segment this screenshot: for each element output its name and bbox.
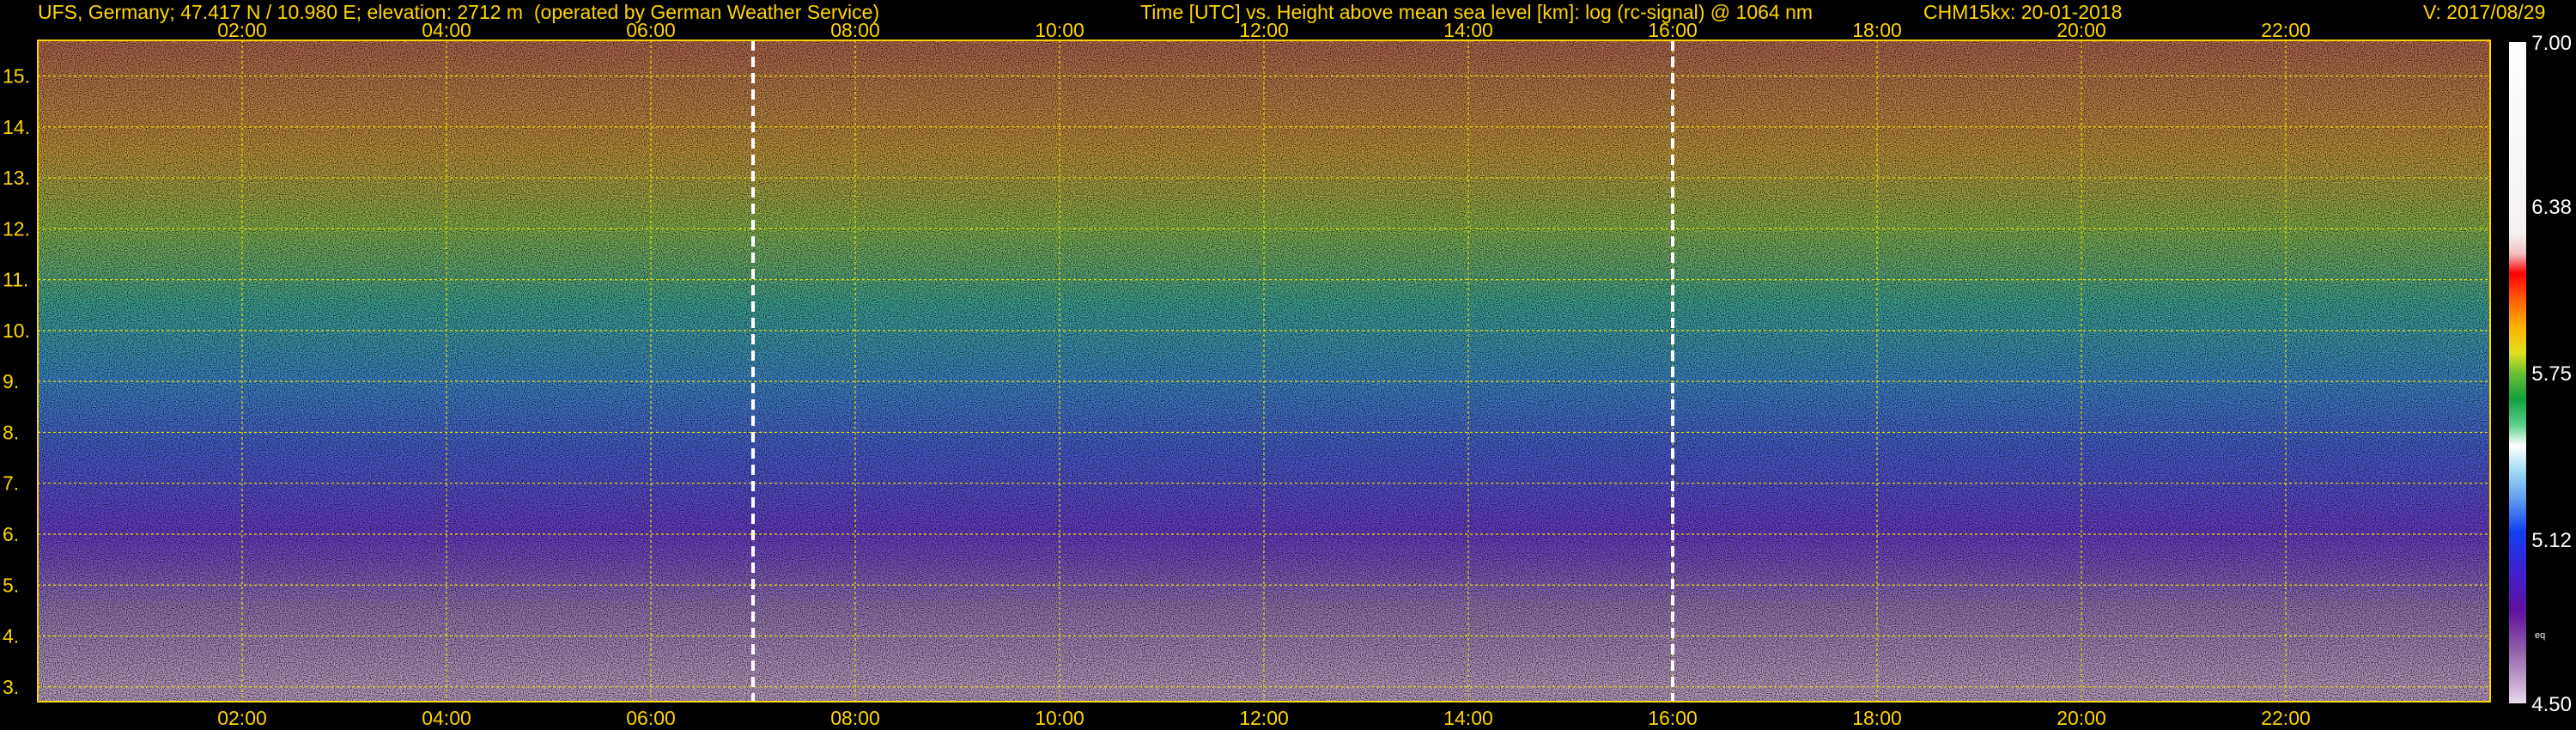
colorbar-small-label: eq bbox=[2535, 630, 2545, 641]
x-tick-label-bottom: 16:00 bbox=[1648, 707, 1698, 729]
colorbar-tick-label: 5.75 bbox=[2531, 362, 2572, 386]
colorbar-labels: 7.00 6.38 5.75 5.12 4.50 bbox=[2531, 32, 2572, 716]
x-tick-label-bottom: 18:00 bbox=[1852, 707, 1902, 729]
x-tick-label-bottom: 08:00 bbox=[830, 707, 880, 729]
y-tick-label: 3. bbox=[3, 676, 19, 698]
y-tick-label: 11. bbox=[3, 269, 28, 291]
x-tick-label-top: 14:00 bbox=[1443, 19, 1493, 41]
y-tick-label: 10. bbox=[3, 319, 30, 342]
y-tick-label: 15. bbox=[3, 64, 30, 87]
x-tick-label-top: 18:00 bbox=[1852, 19, 1902, 41]
colorbar-tick-label: 7.00 bbox=[2531, 32, 2572, 55]
y-tick-label: 4. bbox=[3, 625, 19, 648]
x-tick-label-bottom: 06:00 bbox=[626, 707, 676, 729]
x-axis-bottom: 02:00 04:00 06:00 08:00 10:00 12:00 14:00 16:00… bbox=[217, 707, 2311, 729]
x-tick-label-top: 12:00 bbox=[1239, 19, 1289, 41]
x-tick-label-top: 22:00 bbox=[2261, 19, 2311, 41]
x-tick-label-bottom: 10:00 bbox=[1035, 707, 1084, 729]
y-tick-label: 7. bbox=[3, 472, 19, 495]
y-tick-label: 5. bbox=[3, 574, 19, 596]
y-tick-label: 6. bbox=[3, 523, 19, 545]
y-tick-label: 9. bbox=[3, 370, 19, 392]
x-tick-label-top: 04:00 bbox=[422, 19, 471, 41]
ceilometer-chart: 02:00 04:00 06:00 08:00 10:00 12:00 14:00 16:00… bbox=[3, 19, 2572, 729]
y-tick-label: 13. bbox=[3, 167, 30, 189]
plot-area bbox=[37, 40, 2491, 703]
x-tick-label-bottom: 12:00 bbox=[1239, 707, 1289, 729]
x-tick-label-top: 06:00 bbox=[626, 19, 676, 41]
colorbar-tick-label: 6.38 bbox=[2531, 196, 2572, 219]
colorbar-tick-label: 4.50 bbox=[2531, 693, 2572, 716]
y-tick-label: 14. bbox=[3, 116, 30, 138]
y-tick-label: 12. bbox=[3, 217, 30, 240]
colorbar-scale bbox=[2509, 42, 2526, 703]
x-tick-label-bottom: 02:00 bbox=[217, 707, 267, 729]
y-tick-label: 8. bbox=[3, 421, 19, 443]
colorbar: 7.00 6.38 5.75 5.12 4.50 eq bbox=[2509, 32, 2572, 716]
x-tick-label-bottom: 20:00 bbox=[2057, 707, 2106, 729]
x-tick-label-bottom: 22:00 bbox=[2261, 707, 2311, 729]
x-tick-label-top: 02:00 bbox=[217, 19, 267, 41]
x-tick-label-bottom: 14:00 bbox=[1443, 707, 1493, 729]
colorbar-tick-label: 5.12 bbox=[2531, 529, 2572, 552]
x-tick-label-top: 10:00 bbox=[1035, 19, 1084, 41]
x-tick-label-top: 08:00 bbox=[830, 19, 880, 41]
x-tick-label-top: 16:00 bbox=[1648, 19, 1698, 41]
x-tick-label-bottom: 04:00 bbox=[422, 707, 471, 729]
x-axis-top: 02:00 04:00 06:00 08:00 10:00 12:00 14:00 16:00… bbox=[217, 19, 2311, 41]
y-axis: 3. 4. 5. 6. 7. 8. 9. 10. 11. 12. 13. 14. 15. bbox=[3, 64, 30, 697]
x-tick-label-top: 20:00 bbox=[2057, 19, 2106, 41]
